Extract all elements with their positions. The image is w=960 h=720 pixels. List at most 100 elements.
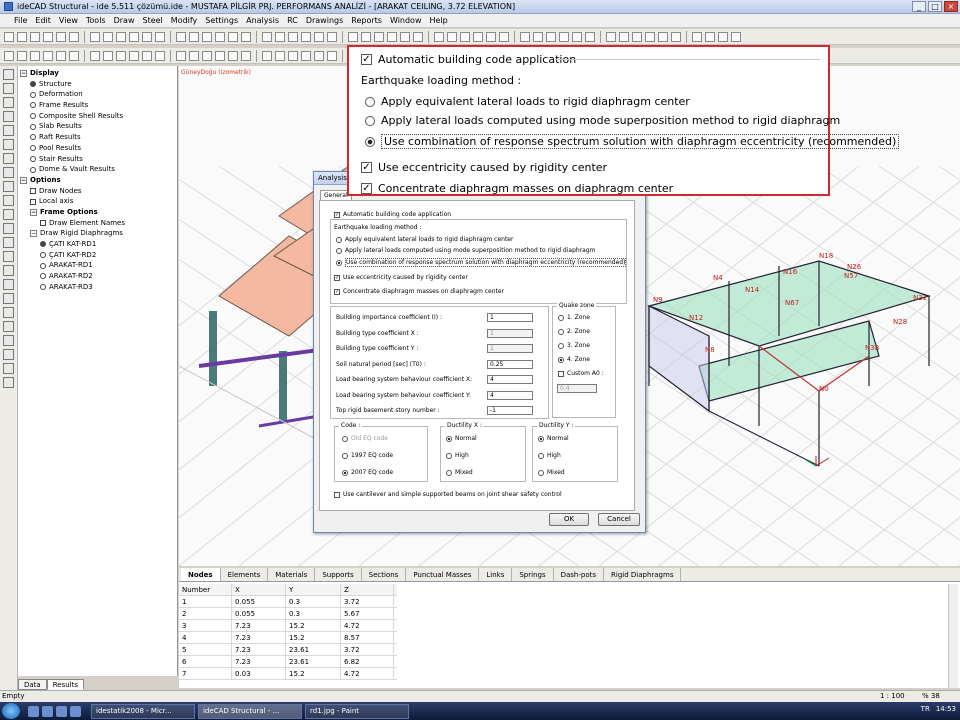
tool-icon[interactable] <box>275 31 285 42</box>
radio-icon[interactable] <box>30 134 36 141</box>
radio-icon[interactable] <box>30 166 36 173</box>
tool-icon[interactable] <box>645 31 655 42</box>
menu-modify[interactable]: Modify <box>171 16 198 25</box>
method-radio-3[interactable]: Use combination of response spectrum sol… <box>336 258 627 267</box>
side-tool-icon[interactable] <box>3 279 14 290</box>
expander-icon[interactable]: − <box>20 69 27 77</box>
quicklaunch-icon[interactable] <box>56 705 67 717</box>
tool-icon[interactable] <box>56 50 66 61</box>
side-tool-icon[interactable] <box>3 167 14 178</box>
tab-rigid-diaphragms[interactable]: Rigid Diaphragms <box>604 568 682 581</box>
tool-icon[interactable] <box>374 31 384 42</box>
tool-icon[interactable] <box>486 31 496 42</box>
tool-icon[interactable] <box>314 50 324 61</box>
menu-window[interactable]: Window <box>390 16 422 25</box>
param-field[interactable]: 4 <box>487 390 533 400</box>
tool-icon[interactable] <box>241 31 251 42</box>
tool-icon[interactable] <box>262 31 272 42</box>
tool-icon[interactable] <box>215 31 225 42</box>
side-tool-icon[interactable] <box>3 125 14 136</box>
tool-icon[interactable] <box>155 50 165 61</box>
tool-icon[interactable] <box>43 31 53 42</box>
tool-icon[interactable] <box>288 31 298 42</box>
tool-icon[interactable] <box>460 31 470 42</box>
column-header[interactable]: Y <box>286 584 341 595</box>
tool-icon[interactable] <box>327 50 337 61</box>
side-tool-icon[interactable] <box>3 363 14 374</box>
menu-draw[interactable]: Draw <box>114 16 135 25</box>
start-button-icon[interactable] <box>2 703 20 719</box>
radio-icon[interactable] <box>30 123 36 130</box>
table-row[interactable]: 1 0.055 0.3 3.72 <box>179 596 397 608</box>
tab-sections[interactable]: Sections <box>362 568 407 581</box>
tool-icon[interactable] <box>447 31 457 42</box>
zoom-auto-code-checkbox[interactable]: ✓ Automatic building code application <box>361 53 576 66</box>
zoom-method-radio-2[interactable]: Apply lateral loads computed using mode … <box>365 114 840 127</box>
table-row[interactable]: 3 7.23 15.2 4.72 <box>179 620 397 632</box>
radio-icon[interactable] <box>342 469 348 476</box>
checkbox-icon[interactable] <box>40 219 46 226</box>
side-tool-icon[interactable] <box>3 97 14 108</box>
side-tool-icon[interactable] <box>3 321 14 332</box>
tool-icon[interactable] <box>202 50 212 61</box>
column-header[interactable]: Z <box>341 584 394 595</box>
tool-icon[interactable] <box>116 50 126 61</box>
tool-icon[interactable] <box>176 50 186 61</box>
custom-a0-checkbox[interactable]: Custom A0 : <box>558 370 604 377</box>
radio-icon[interactable] <box>446 452 452 459</box>
quicklaunch-icon[interactable] <box>42 705 53 717</box>
zone-radio[interactable]: 4. Zone <box>558 356 590 363</box>
tree-item[interactable]: Draw Element Names <box>20 218 175 229</box>
close-icon[interactable]: × <box>944 1 958 12</box>
tool-icon[interactable] <box>288 50 298 61</box>
tree-item[interactable]: ÇATI KAT-RD1 <box>20 239 175 250</box>
zone-radio[interactable]: 1. Zone <box>558 314 590 321</box>
column-header[interactable]: X <box>232 584 286 595</box>
radio-icon[interactable] <box>30 102 36 109</box>
tab-elements[interactable]: Elements <box>221 568 269 581</box>
radio-icon[interactable] <box>558 342 564 349</box>
tool-icon[interactable] <box>56 31 66 42</box>
tree-item[interactable]: ARAKAT-RD3 <box>20 282 175 293</box>
method-radio-1[interactable]: Apply equivalent lateral loads to rigid … <box>336 236 513 243</box>
zone-radio[interactable]: 3. Zone <box>558 342 590 349</box>
param-field[interactable]: 4 <box>487 375 533 384</box>
zoom-method-radio-3[interactable]: Use combination of response spectrum sol… <box>365 134 900 149</box>
radio-icon[interactable] <box>30 113 36 120</box>
tool-icon[interactable] <box>585 31 595 42</box>
radio-icon[interactable] <box>342 452 348 459</box>
tool-icon[interactable] <box>705 31 715 42</box>
tool-icon[interactable] <box>116 31 126 42</box>
tool-icon[interactable] <box>473 31 483 42</box>
tool-icon[interactable] <box>155 31 165 42</box>
code-radio[interactable]: 1997 EQ code <box>342 452 393 459</box>
tab-punctual-masses[interactable]: Punctual Masses <box>406 568 480 581</box>
side-tool-icon[interactable] <box>3 349 14 360</box>
table-row[interactable]: 2 0.055 0.3 5.67 <box>179 608 397 620</box>
tool-icon[interactable] <box>314 31 324 42</box>
side-tool-icon[interactable] <box>3 223 14 234</box>
zoom-use-eccentricity-checkbox[interactable]: ✓ Use eccentricity caused by rigidity cen… <box>361 161 607 174</box>
tool-icon[interactable] <box>103 31 113 42</box>
concentrate-masses-checkbox[interactable]: ✓ Concentrate diaphragm masses on diaphra… <box>334 288 504 295</box>
tool-icon[interactable] <box>572 31 582 42</box>
tree-item[interactable]: Raft Results <box>20 132 175 143</box>
tool-icon[interactable] <box>400 31 410 42</box>
ductility-y-radio[interactable]: High <box>538 452 561 459</box>
side-tool-icon[interactable] <box>3 251 14 262</box>
tool-icon[interactable] <box>718 31 728 42</box>
tool-icon[interactable] <box>142 50 152 61</box>
checkbox-icon[interactable] <box>30 198 36 205</box>
side-tool-icon[interactable] <box>3 265 14 276</box>
tree-item[interactable]: Deformation <box>20 89 175 100</box>
tool-icon[interactable] <box>301 50 311 61</box>
side-tool-icon[interactable] <box>3 111 14 122</box>
tool-icon[interactable] <box>69 50 79 61</box>
table-row[interactable]: 5 7.23 23.61 3.72 <box>179 644 397 656</box>
menu-file[interactable]: File <box>14 16 27 25</box>
tool-icon[interactable] <box>387 31 397 42</box>
param-field[interactable]: 1 <box>487 328 533 338</box>
tool-icon[interactable] <box>275 50 285 61</box>
tool-icon[interactable] <box>103 50 113 61</box>
side-tool-icon[interactable] <box>3 181 14 192</box>
